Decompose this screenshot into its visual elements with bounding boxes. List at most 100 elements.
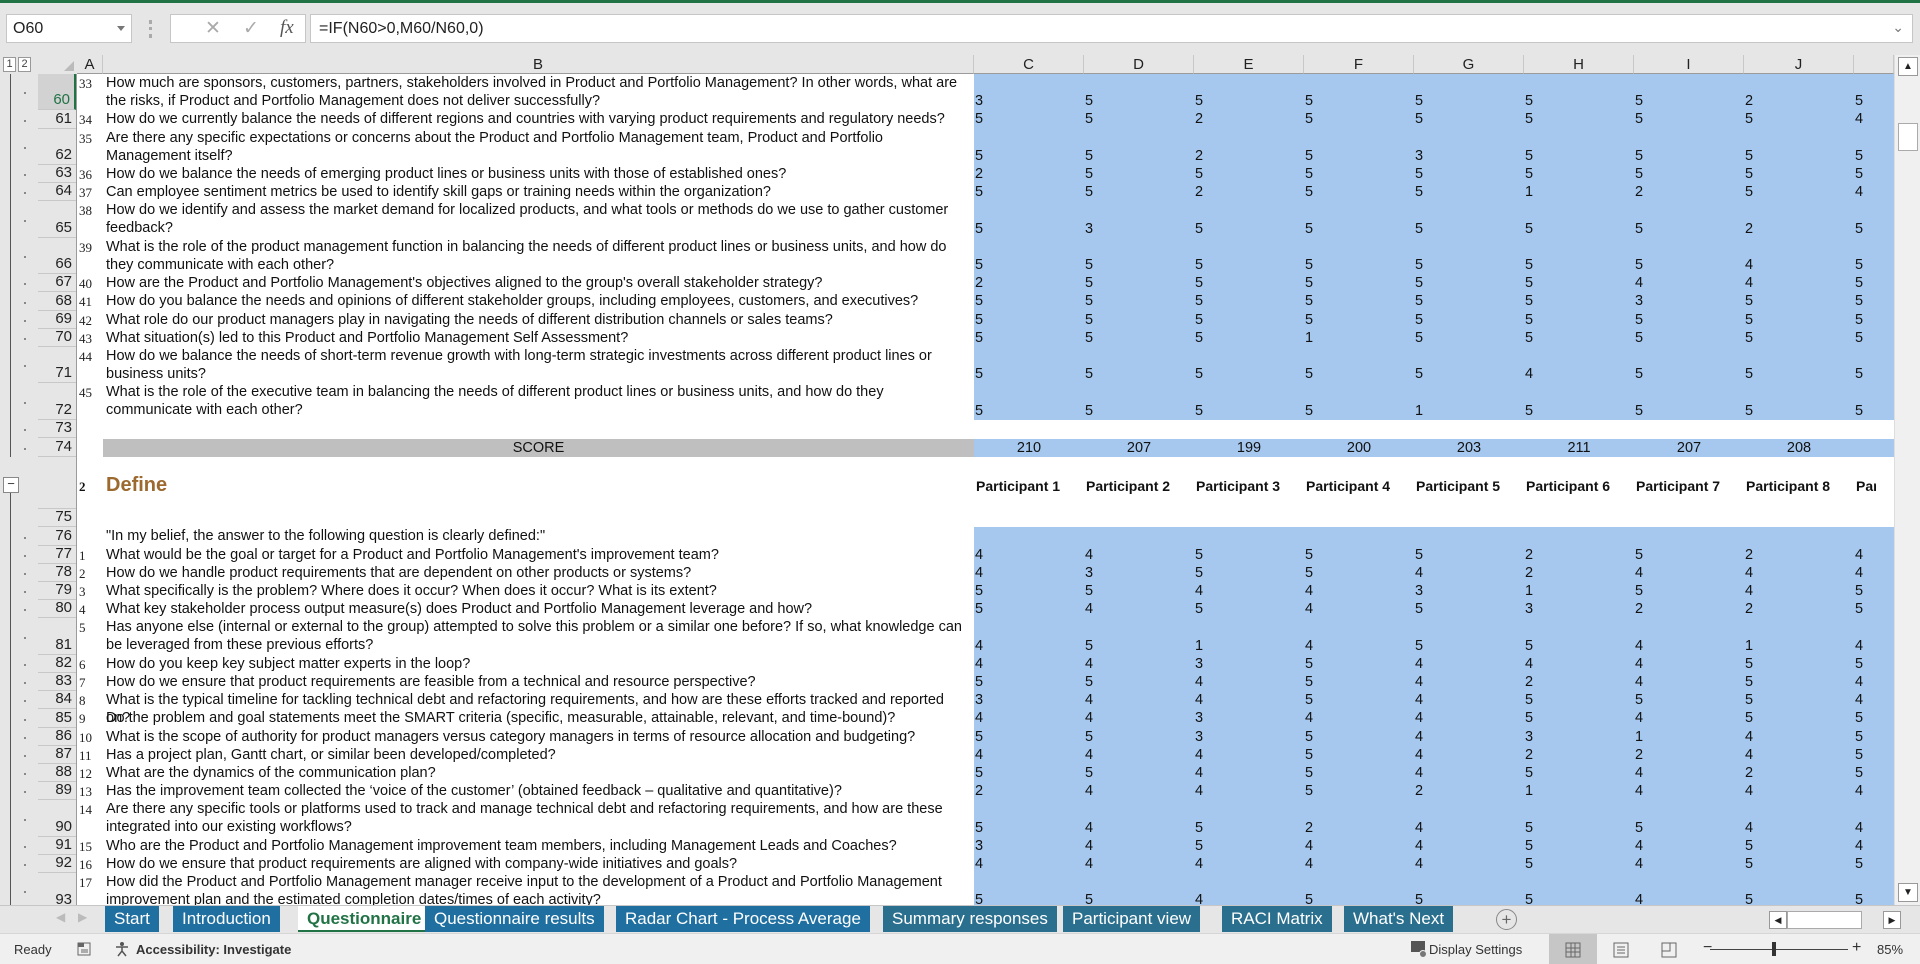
participant-score-cell[interactable]: 5 [1745,183,1753,201]
row-header[interactable]: 74 [38,439,76,458]
participant-score-cell[interactable]: 5 [1195,564,1203,582]
participant-score-cell[interactable]: 4 [1745,728,1753,746]
participant-score-cell[interactable]: 3 [1525,600,1533,618]
participant-score-cell[interactable]: 4 [1745,746,1753,764]
participant-score-cell[interactable]: 4 [1305,600,1313,618]
participant-score-cell[interactable]: 4 [1635,655,1643,673]
participant-score-cell[interactable]: 5 [975,292,983,310]
row-header[interactable]: 66 [38,238,76,275]
participant-score-cell[interactable]: 5 [1085,764,1093,782]
participant-score-cell[interactable]: 5 [1745,147,1753,165]
participant-score-cell[interactable]: 2 [1525,546,1533,564]
participant-score-cell[interactable]: 5 [975,329,983,347]
question-text[interactable]: Can employee sentiment metrics be used t… [106,183,970,201]
participant-score-cell[interactable]: 5 [1855,292,1863,310]
participant-score-cell[interactable]: 5 [1415,891,1423,905]
participant-score-cell[interactable]: 5 [1415,329,1423,347]
participant-score-cell[interactable]: 4 [1745,564,1753,582]
participant-score-cell[interactable]: 5 [975,600,983,618]
participant-score-cell[interactable]: 4 [1195,673,1203,691]
participant-score-cell[interactable]: 5 [1195,311,1203,329]
row-header[interactable]: 76 [38,527,76,546]
question-number[interactable]: 16 [79,857,92,873]
participant-score-cell[interactable]: 5 [1305,673,1313,691]
question-text[interactable]: How do we ensure that product requiremen… [106,855,970,873]
participant-score-cell[interactable]: 5 [975,311,983,329]
sheet-tab[interactable]: Summary responses [883,906,1059,932]
participant-score-cell[interactable]: 4 [1415,655,1423,673]
zoom-level[interactable]: 85% [1877,942,1903,957]
participant-header[interactable]: Participant 6 [1526,478,1610,494]
participant-score-cell[interactable]: 5 [1525,311,1533,329]
section-title[interactable]: Define [106,474,167,497]
scroll-right-icon[interactable]: ▶ [1883,911,1901,929]
participant-score-cell[interactable]: 4 [975,546,983,564]
participant-score-cell[interactable]: 5 [1305,147,1313,165]
question-text[interactable]: How do we handle product requirements th… [106,564,970,582]
outline-level-1-button[interactable]: 1 [3,57,16,72]
participant-score-cell[interactable]: 2 [1195,110,1203,128]
participant-score-cell[interactable]: 5 [1305,165,1313,183]
participant-score-cell[interactable]: 5 [1525,637,1533,655]
participant-score-cell[interactable]: 2 [1525,673,1533,691]
participant-score-cell[interactable]: 5 [1635,819,1643,837]
participant-score-cell[interactable]: 5 [1305,691,1313,709]
participant-score-cell[interactable]: 5 [1745,673,1753,691]
participant-score-cell[interactable]: 5 [975,147,983,165]
participant-score-cell[interactable]: 4 [975,855,983,873]
participant-score-cell[interactable]: 2 [1305,819,1313,837]
resize-grip-icon[interactable] [149,20,152,38]
participant-score-cell[interactable]: 3 [1195,728,1203,746]
participant-score-cell[interactable]: 5 [1195,819,1203,837]
question-number[interactable]: 17 [79,875,92,891]
participant-score-cell[interactable]: 4 [1745,256,1753,274]
participant-score-cell[interactable]: 4 [1415,673,1423,691]
participant-header[interactable]: Participant 3 [1196,478,1280,494]
question-text[interactable]: What specifically is the problem? Where … [106,582,970,600]
participant-score-cell[interactable]: 4 [1085,546,1093,564]
zoom-in-button[interactable]: + [1852,939,1861,957]
sheet-tab[interactable]: RACI Matrix [1222,906,1334,932]
participant-score-cell[interactable]: 4 [1305,837,1313,855]
participant-score-cell[interactable]: 2 [1745,600,1753,618]
participant-score-cell[interactable]: 5 [1305,655,1313,673]
participant-score-cell[interactable]: 5 [1305,782,1313,800]
name-box[interactable]: O60 [6,14,132,43]
question-number[interactable]: 44 [79,349,92,365]
question-text[interactable]: How do you balance the needs and opinion… [106,292,970,310]
participant-score-cell[interactable]: 5 [1635,110,1643,128]
question-number[interactable]: 6 [79,657,86,673]
participant-score-cell[interactable]: 5 [1855,92,1863,110]
participant-score-cell[interactable]: 4 [1855,110,1863,128]
participant-score-cell[interactable]: 5 [1855,329,1863,347]
participant-score-cell[interactable]: 5 [1305,764,1313,782]
participant-score-cell[interactable]: 5 [975,365,983,383]
participant-score-cell[interactable]: 5 [1745,329,1753,347]
participant-score-cell[interactable]: 5 [1635,402,1643,420]
sheet-tab[interactable]: What's Next [1344,906,1456,932]
participant-score-cell[interactable]: 5 [1635,365,1643,383]
participant-score-cell[interactable]: 4 [975,564,983,582]
participant-score-cell[interactable]: 5 [1305,256,1313,274]
participant-score-cell[interactable]: 2 [1525,746,1533,764]
participant-score-cell[interactable]: 5 [975,110,983,128]
tab-scroll-left-icon[interactable]: ◀ [56,910,65,924]
participant-score-cell[interactable]: 3 [975,837,983,855]
participant-score-cell[interactable]: 5 [1855,256,1863,274]
participant-score-cell[interactable]: 2 [975,782,983,800]
participant-score-cell[interactable]: 5 [1855,311,1863,329]
participant-score-cell[interactable]: 4 [1855,782,1863,800]
participant-total-score[interactable]: 208 [1744,439,1854,457]
participant-score-cell[interactable]: 5 [1415,183,1423,201]
participant-score-cell[interactable]: 5 [1305,546,1313,564]
participant-score-cell[interactable]: 5 [1195,600,1203,618]
participant-score-cell[interactable]: 4 [1195,764,1203,782]
participant-score-cell[interactable]: 1 [1635,728,1643,746]
intro-text[interactable]: "In my belief, the answer to the followi… [106,527,970,545]
participant-score-cell[interactable]: 5 [1855,165,1863,183]
participant-score-cell[interactable]: 5 [1085,274,1093,292]
question-number[interactable]: 10 [79,730,92,746]
participant-score-cell[interactable]: 3 [1195,655,1203,673]
participant-score-cell[interactable]: 5 [1085,311,1093,329]
participant-score-cell[interactable]: 5 [1195,92,1203,110]
